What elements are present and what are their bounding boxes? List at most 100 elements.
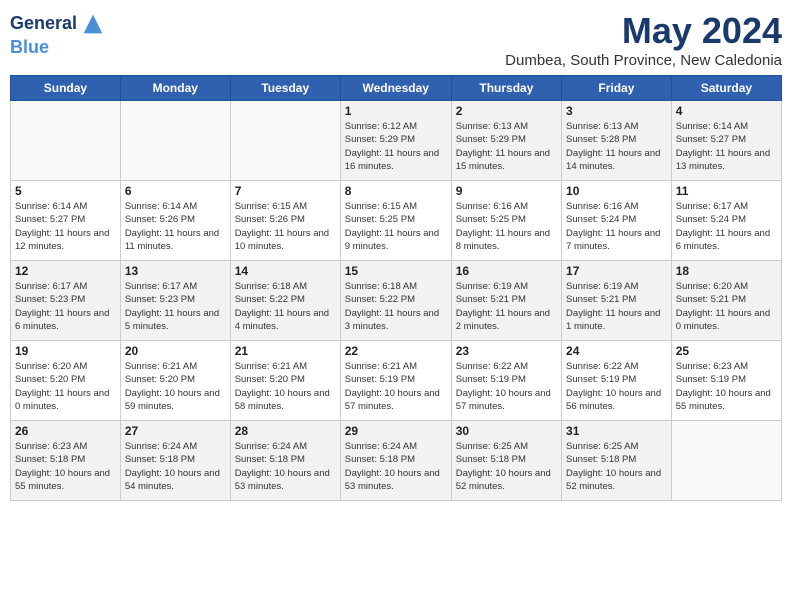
- date-number: 29: [345, 424, 447, 438]
- week-row-5: 26Sunrise: 6:23 AM Sunset: 5:18 PM Dayli…: [11, 421, 782, 501]
- calendar-cell: 21 Sunrise: 6:21 AM Sunset: 5:20 PM Dayli…: [230, 341, 340, 421]
- date-number: 31: [566, 424, 667, 438]
- date-number: 10: [566, 184, 667, 198]
- cell-content: Sunrise: 6:24 AM Sunset: 5:18 PM Dayligh…: [345, 440, 447, 493]
- day-header-friday: Friday: [562, 76, 672, 101]
- calendar-cell: 2 Sunrise: 6:13 AM Sunset: 5:29 PM Daylig…: [451, 101, 561, 181]
- date-number: 5: [15, 184, 116, 198]
- calendar-cell: 22Sunrise: 6:21 AM Sunset: 5:19 PM Dayli…: [340, 341, 451, 421]
- date-number: 18: [676, 264, 777, 278]
- days-header-row: SundayMondayTuesdayWednesdayThursdayFrid…: [11, 76, 782, 101]
- date-number: 28: [235, 424, 336, 438]
- logo-icon: [79, 10, 107, 38]
- cell-content: Sunrise: 6:21 AM Sunset: 5:20 PM Dayligh…: [125, 360, 226, 413]
- cell-content: Sunrise: 6:14 AM Sunset: 5:27 PM Dayligh…: [15, 200, 116, 253]
- cell-content: Sunrise: 6:17 AM Sunset: 5:24 PM Dayligh…: [676, 200, 777, 253]
- calendar-cell: 19Sunrise: 6:20 AM Sunset: 5:20 PM Dayli…: [11, 341, 121, 421]
- date-number: 3: [566, 104, 667, 118]
- cell-content: Sunrise: 6:18 AM Sunset: 5:22 PM Dayligh…: [345, 280, 447, 333]
- date-number: 26: [15, 424, 116, 438]
- calendar-cell: 6 Sunrise: 6:14 AM Sunset: 5:26 PM Daylig…: [120, 181, 230, 261]
- cell-content: Sunrise: 6:15 AM Sunset: 5:26 PM Dayligh…: [235, 200, 336, 253]
- calendar-cell: 28 Sunrise: 6:24 AM Sunset: 5:18 PM Dayli…: [230, 421, 340, 501]
- cell-content: Sunrise: 6:17 AM Sunset: 5:23 PM Dayligh…: [125, 280, 226, 333]
- date-number: 4: [676, 104, 777, 118]
- logo-text: General Blue: [10, 10, 107, 58]
- location: Dumbea, South Province, New Caledonia: [505, 52, 782, 69]
- day-header-tuesday: Tuesday: [230, 76, 340, 101]
- calendar-cell: 5 Sunrise: 6:14 AM Sunset: 5:27 PM Daylig…: [11, 181, 121, 261]
- calendar-cell: [11, 101, 121, 181]
- date-number: 24: [566, 344, 667, 358]
- cell-content: Sunrise: 6:20 AM Sunset: 5:21 PM Dayligh…: [676, 280, 777, 333]
- calendar-cell: 11 Sunrise: 6:17 AM Sunset: 5:24 PM Dayli…: [671, 181, 781, 261]
- cell-content: Sunrise: 6:21 AM Sunset: 5:19 PM Dayligh…: [345, 360, 447, 413]
- date-number: 20: [125, 344, 226, 358]
- calendar-cell: 25Sunrise: 6:23 AM Sunset: 5:19 PM Dayli…: [671, 341, 781, 421]
- cell-content: Sunrise: 6:23 AM Sunset: 5:19 PM Dayligh…: [676, 360, 777, 413]
- date-number: 21: [235, 344, 336, 358]
- cell-content: Sunrise: 6:21 AM Sunset: 5:20 PM Dayligh…: [235, 360, 336, 413]
- calendar-cell: 26Sunrise: 6:23 AM Sunset: 5:18 PM Dayli…: [11, 421, 121, 501]
- calendar-cell: 1 Sunrise: 6:12 AM Sunset: 5:29 PM Daylig…: [340, 101, 451, 181]
- page-header: General Blue May 2024 Dumbea, South Prov…: [10, 10, 782, 69]
- cell-content: Sunrise: 6:14 AM Sunset: 5:26 PM Dayligh…: [125, 200, 226, 253]
- date-number: 23: [456, 344, 557, 358]
- cell-content: Sunrise: 6:24 AM Sunset: 5:18 PM Dayligh…: [125, 440, 226, 493]
- cell-content: Sunrise: 6:14 AM Sunset: 5:27 PM Dayligh…: [676, 120, 777, 173]
- week-row-1: 1 Sunrise: 6:12 AM Sunset: 5:29 PM Daylig…: [11, 101, 782, 181]
- calendar-cell: 20 Sunrise: 6:21 AM Sunset: 5:20 PM Dayli…: [120, 341, 230, 421]
- cell-content: Sunrise: 6:12 AM Sunset: 5:29 PM Dayligh…: [345, 120, 447, 173]
- date-number: 15: [345, 264, 447, 278]
- cell-content: Sunrise: 6:22 AM Sunset: 5:19 PM Dayligh…: [566, 360, 667, 413]
- month-title: May 2024: [505, 10, 782, 52]
- calendar-cell: 9Sunrise: 6:16 AM Sunset: 5:25 PM Daylig…: [451, 181, 561, 261]
- calendar-cell: 16Sunrise: 6:19 AM Sunset: 5:21 PM Dayli…: [451, 261, 561, 341]
- day-header-wednesday: Wednesday: [340, 76, 451, 101]
- calendar-cell: 23 Sunrise: 6:22 AM Sunset: 5:19 PM Dayli…: [451, 341, 561, 421]
- cell-content: Sunrise: 6:24 AM Sunset: 5:18 PM Dayligh…: [235, 440, 336, 493]
- calendar-cell: [120, 101, 230, 181]
- calendar-cell: 14Sunrise: 6:18 AM Sunset: 5:22 PM Dayli…: [230, 261, 340, 341]
- week-row-3: 12 Sunrise: 6:17 AM Sunset: 5:23 PM Dayli…: [11, 261, 782, 341]
- date-number: 14: [235, 264, 336, 278]
- title-block: May 2024 Dumbea, South Province, New Cal…: [505, 10, 782, 69]
- cell-content: Sunrise: 6:19 AM Sunset: 5:21 PM Dayligh…: [566, 280, 667, 333]
- cell-content: Sunrise: 6:20 AM Sunset: 5:20 PM Dayligh…: [15, 360, 116, 413]
- date-number: 27: [125, 424, 226, 438]
- date-number: 6: [125, 184, 226, 198]
- day-header-saturday: Saturday: [671, 76, 781, 101]
- calendar-cell: 15 Sunrise: 6:18 AM Sunset: 5:22 PM Dayli…: [340, 261, 451, 341]
- calendar-cell: 7 Sunrise: 6:15 AM Sunset: 5:26 PM Daylig…: [230, 181, 340, 261]
- date-number: 7: [235, 184, 336, 198]
- calendar-cell: 18 Sunrise: 6:20 AM Sunset: 5:21 PM Dayli…: [671, 261, 781, 341]
- date-number: 30: [456, 424, 557, 438]
- calendar-cell: 12 Sunrise: 6:17 AM Sunset: 5:23 PM Dayli…: [11, 261, 121, 341]
- date-number: 9: [456, 184, 557, 198]
- calendar-cell: 24 Sunrise: 6:22 AM Sunset: 5:19 PM Dayli…: [562, 341, 672, 421]
- logo: General Blue: [10, 10, 107, 58]
- cell-content: Sunrise: 6:25 AM Sunset: 5:18 PM Dayligh…: [566, 440, 667, 493]
- cell-content: Sunrise: 6:22 AM Sunset: 5:19 PM Dayligh…: [456, 360, 557, 413]
- date-number: 2: [456, 104, 557, 118]
- logo-blue: Blue: [10, 37, 49, 57]
- calendar-cell: 3Sunrise: 6:13 AM Sunset: 5:28 PM Daylig…: [562, 101, 672, 181]
- calendar-cell: [671, 421, 781, 501]
- calendar-cell: 17 Sunrise: 6:19 AM Sunset: 5:21 PM Dayli…: [562, 261, 672, 341]
- cell-content: Sunrise: 6:25 AM Sunset: 5:18 PM Dayligh…: [456, 440, 557, 493]
- cell-content: Sunrise: 6:17 AM Sunset: 5:23 PM Dayligh…: [15, 280, 116, 333]
- date-number: 11: [676, 184, 777, 198]
- date-number: 12: [15, 264, 116, 278]
- date-number: 1: [345, 104, 447, 118]
- cell-content: Sunrise: 6:13 AM Sunset: 5:29 PM Dayligh…: [456, 120, 557, 173]
- week-row-4: 19Sunrise: 6:20 AM Sunset: 5:20 PM Dayli…: [11, 341, 782, 421]
- day-header-thursday: Thursday: [451, 76, 561, 101]
- calendar-cell: 4 Sunrise: 6:14 AM Sunset: 5:27 PM Daylig…: [671, 101, 781, 181]
- date-number: 8: [345, 184, 447, 198]
- cell-content: Sunrise: 6:15 AM Sunset: 5:25 PM Dayligh…: [345, 200, 447, 253]
- calendar-cell: 27 Sunrise: 6:24 AM Sunset: 5:18 PM Dayli…: [120, 421, 230, 501]
- date-number: 17: [566, 264, 667, 278]
- week-row-2: 5 Sunrise: 6:14 AM Sunset: 5:27 PM Daylig…: [11, 181, 782, 261]
- calendar-body: 1 Sunrise: 6:12 AM Sunset: 5:29 PM Daylig…: [11, 101, 782, 501]
- cell-content: Sunrise: 6:19 AM Sunset: 5:21 PM Dayligh…: [456, 280, 557, 333]
